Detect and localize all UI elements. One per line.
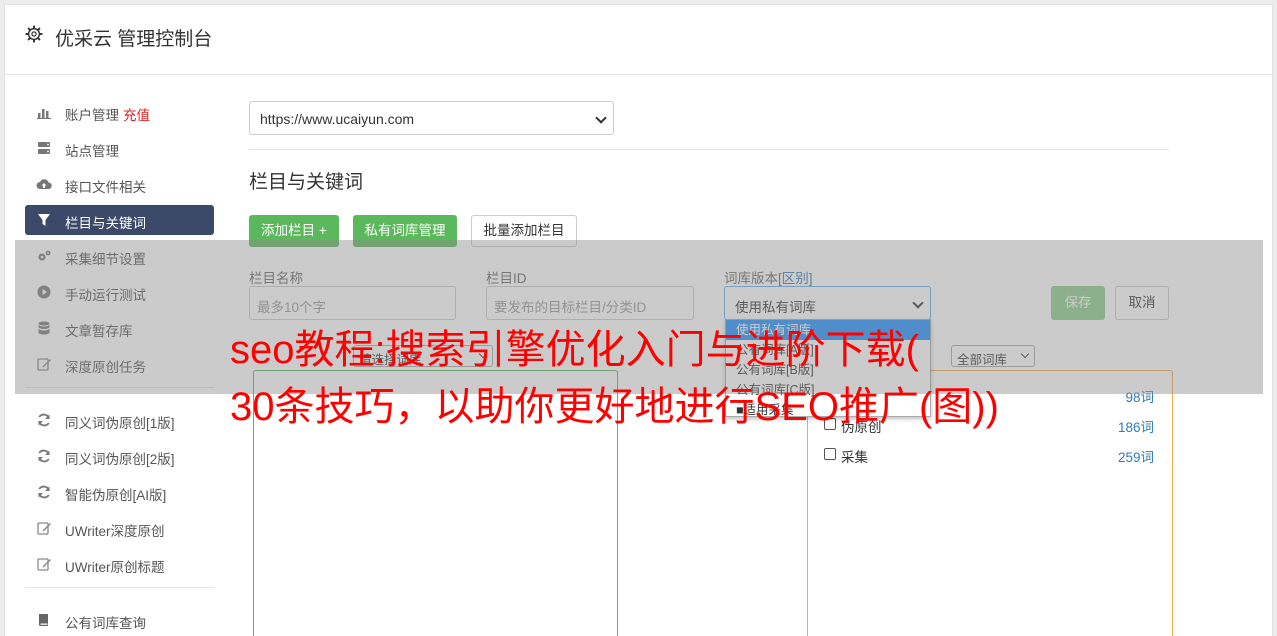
sidebar-item-label: 智能伪原创[AI版]	[65, 488, 167, 503]
library-word-count: 186词	[1117, 420, 1154, 435]
site-select[interactable]: https://www.ucaiyun.com	[249, 101, 614, 135]
sidebar-item-label: UWriter深度原创	[65, 524, 165, 539]
divider	[249, 149, 1169, 150]
watermark-line-1: seo教程:搜索引擎优化入门与进阶下载(	[230, 328, 919, 372]
sidebar-item-label: 同义词伪原创[1版]	[65, 416, 175, 431]
library-row[interactable]: 采集 259词	[824, 445, 1154, 465]
sidebar-item[interactable]: 公有词库查询	[25, 605, 214, 635]
server-icon	[38, 142, 50, 154]
library-word-count: 259词	[1117, 450, 1154, 465]
watermark-line-2: 30条技巧，以助你更好地进行SEO推广(图))	[230, 385, 999, 429]
sidebar-item[interactable]: 站点管理	[25, 133, 214, 163]
edit-icon	[37, 522, 51, 535]
gear-icon	[25, 25, 43, 43]
sidebar-item-label: 接口文件相关	[65, 180, 146, 195]
recharge-link[interactable]: 充值	[123, 108, 150, 123]
header: 优采云 管理控制台	[5, 5, 1272, 75]
sidebar-item-label: 账户管理 充值	[65, 108, 150, 123]
refresh-icon	[38, 485, 50, 499]
sidebar-item[interactable]: 同义词伪原创[1版]	[25, 405, 214, 435]
sidebar-item[interactable]: 智能伪原创[AI版]	[25, 477, 214, 507]
sidebar-item[interactable]: UWriter深度原创	[25, 513, 214, 543]
site-select-value: https://www.ucaiyun.com	[260, 111, 415, 127]
filter-icon	[38, 214, 50, 226]
sidebar-item[interactable]: 账户管理 充值	[25, 97, 214, 127]
library-name: 采集	[841, 450, 868, 465]
sidebar-item[interactable]: 栏目与关键词	[25, 205, 214, 235]
sidebar-item[interactable]: 同义词伪原创[2版]	[25, 441, 214, 471]
page-title: 优采云 管理控制台	[55, 29, 213, 50]
refresh-icon	[38, 413, 50, 427]
edit-icon	[37, 558, 51, 571]
refresh-icon	[38, 449, 50, 463]
sidebar-item-label: 栏目与关键词	[65, 216, 146, 231]
book-icon	[38, 614, 48, 626]
cloud-upload-icon	[36, 179, 52, 189]
sidebar-item-label: 同义词伪原创[2版]	[65, 452, 175, 467]
chevron-down-icon	[595, 112, 607, 124]
bar-chart-icon	[37, 109, 51, 119]
section-title: 栏目与关键词	[249, 172, 364, 193]
sidebar-item-label: 站点管理	[65, 144, 119, 159]
sidebar-item-label: 公有词库查询	[65, 616, 146, 631]
sidebar-divider	[25, 587, 214, 588]
sidebar-item-label: UWriter原创标题	[65, 560, 165, 575]
sidebar-item[interactable]: 接口文件相关	[25, 169, 214, 199]
sidebar-item[interactable]: UWriter原创标题	[25, 549, 214, 579]
library-checkbox[interactable]	[824, 448, 836, 460]
